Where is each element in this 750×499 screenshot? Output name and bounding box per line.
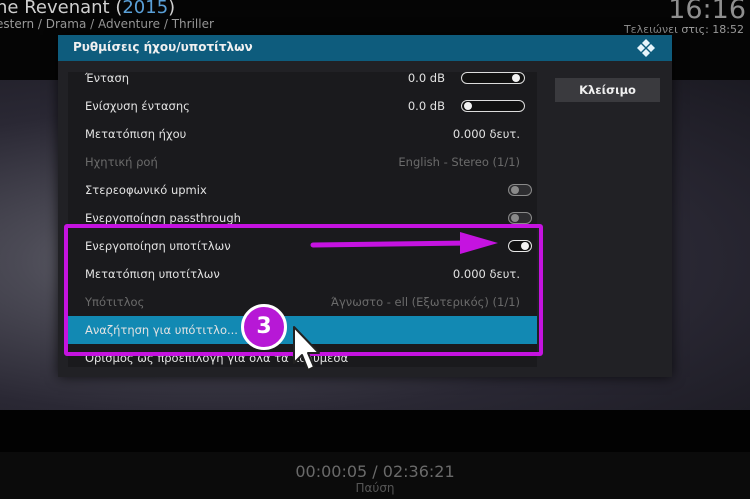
settings-row[interactable]: Ενίσχυση έντασης 0.0 dB <box>68 92 537 120</box>
movie-genres: estern / Drama / Adventure / Thriller <box>0 17 214 31</box>
movie-title-text: he Revenant <box>0 0 110 18</box>
toggle-switch[interactable] <box>508 184 532 196</box>
dialog-header: Ρυθμίσεις ήχου/υποτίτλων <box>58 35 672 61</box>
settings-row[interactable]: Ένταση 0.0 dB <box>68 72 537 92</box>
kodi-logo-icon <box>637 39 655 57</box>
close-button[interactable]: Κλείσιμο <box>555 78 660 102</box>
slider-knob[interactable] <box>511 74 520 82</box>
toggle-knob <box>511 214 519 222</box>
slider-knob[interactable] <box>464 102 472 110</box>
settings-row-label: Ενεργοποίηση passthrough <box>85 211 241 225</box>
settings-row: Ηχητική ροή English - Stereo (1/1) <box>68 148 537 176</box>
movie-year-close: ) <box>168 0 176 18</box>
dialog-title: Ρυθμίσεις ήχου/υποτίτλων <box>73 40 253 54</box>
settings-row[interactable]: Στερεοφωνικό upmix <box>68 176 537 204</box>
playback-time: 00:00:05 / 02:36:21 <box>295 462 455 481</box>
toggle-knob <box>511 186 519 194</box>
step-number-badge: 3 <box>241 304 287 350</box>
movie-year-open: ( <box>109 0 123 18</box>
toggle-switch[interactable] <box>508 212 532 224</box>
movie-title: he Revenant (2015) <box>0 0 175 18</box>
settings-row-value: 0.0 dB <box>407 99 445 113</box>
volume-slider[interactable] <box>461 72 525 84</box>
annotation-arrow-icon <box>310 232 498 254</box>
settings-row-label: Ενίσχυση έντασης <box>85 99 190 113</box>
settings-row-label: Μετατόπιση ήχου <box>85 127 187 141</box>
mouse-cursor-icon <box>293 326 320 371</box>
settings-row-label: Ηχητική ροή <box>85 155 158 169</box>
settings-row-label: Ένταση <box>85 72 130 85</box>
settings-row-value: 0.000 δευτ. <box>452 127 520 141</box>
settings-row-value: 0.0 dB <box>407 72 445 85</box>
clock: 16:16 <box>668 0 746 25</box>
settings-row[interactable]: Μετατόπιση ήχου 0.000 δευτ. <box>68 120 537 148</box>
playback-status: Παύση <box>355 481 395 495</box>
movie-year: 2015 <box>122 0 169 18</box>
volume-slider[interactable] <box>461 100 525 112</box>
settings-row-value: English - Stereo (1/1) <box>398 155 520 169</box>
settings-row-label: Στερεοφωνικό upmix <box>85 183 207 197</box>
